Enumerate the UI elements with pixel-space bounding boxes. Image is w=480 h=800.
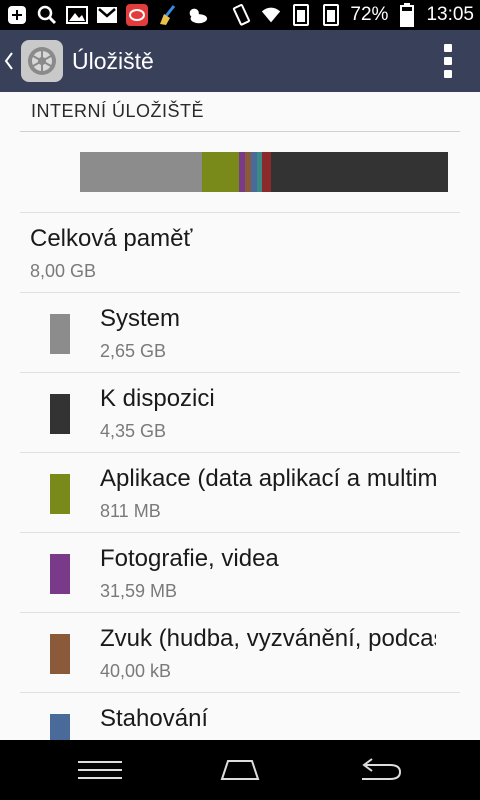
total-storage-value: 8,00 GB <box>30 261 97 281</box>
back-icon[interactable] <box>340 740 420 800</box>
section-header-label: INTERNÍ ÚLOŽIŠTĚ <box>31 101 205 121</box>
total-storage-row: Celková paměť 8,00 GB <box>0 213 480 293</box>
back-chevron-icon[interactable] <box>4 51 18 71</box>
overflow-menu-icon[interactable] <box>438 41 458 81</box>
list-item-photos-videos[interactable]: Fotografie, videa 31,59 MB <box>0 533 480 613</box>
color-swatch <box>50 554 70 594</box>
list-item-available[interactable]: K dispozici 4,35 GB <box>0 373 480 453</box>
vibrate-icon <box>230 4 252 26</box>
broom-icon <box>156 4 178 26</box>
color-swatch <box>50 474 70 514</box>
color-swatch <box>50 634 70 674</box>
item-title: System <box>100 305 181 332</box>
usage-segment <box>80 152 202 192</box>
item-value: 4,35 GB <box>100 421 167 441</box>
battery-percent: 72% <box>350 4 389 25</box>
search-icon <box>36 4 58 26</box>
status-bar: 72% 13:05 <box>0 0 480 30</box>
item-value: 811 MB <box>100 501 161 521</box>
item-value: 40,00 kB <box>100 661 172 681</box>
color-swatch <box>50 314 70 354</box>
list-item-system[interactable]: System 2,65 GB <box>0 293 480 373</box>
weather-icon <box>186 4 208 26</box>
sim1-icon <box>290 4 312 26</box>
list-item-downloads[interactable]: Stahování <box>0 693 480 740</box>
app-icon <box>126 4 148 26</box>
total-storage-title: Celková paměť <box>30 225 193 252</box>
settings-gear-icon[interactable] <box>20 39 64 83</box>
section-header: INTERNÍ ÚLOŽIŠTĚ <box>20 92 460 132</box>
battery-icon <box>396 3 418 27</box>
color-swatch <box>50 394 70 434</box>
item-title: Fotografie, videa <box>100 545 279 572</box>
item-title: Stahování <box>100 705 209 732</box>
image-icon <box>66 4 88 26</box>
item-title: K dispozici <box>100 385 215 412</box>
navigation-bar <box>0 740 480 800</box>
item-value: 2,65 GB <box>100 341 167 361</box>
list-item-audio[interactable]: Zvuk (hudba, vyzvánění, podcasty) 40,00 … <box>0 613 480 693</box>
item-title: Aplikace (data aplikací a multimédií) <box>100 465 436 492</box>
usage-segment <box>270 152 448 192</box>
page-title: Úložiště <box>72 47 154 74</box>
status-left-icons <box>6 4 208 26</box>
color-swatch <box>50 714 70 740</box>
storage-list[interactable]: INTERNÍ ÚLOŽIŠTĚ Celková paměť 8,00 GB S… <box>0 92 480 740</box>
item-title: Zvuk (hudba, vyzvánění, podcasty) <box>100 625 436 652</box>
menu-icon[interactable] <box>60 740 140 800</box>
action-bar: Úložiště <box>0 30 480 92</box>
gmail-icon <box>96 4 118 26</box>
item-value: 31,59 MB <box>100 581 178 601</box>
status-right-icons: 72% 13:05 <box>230 3 474 27</box>
plus-icon <box>6 4 28 26</box>
wifi-icon <box>260 4 282 26</box>
list-item-apps[interactable]: Aplikace (data aplikací a multimédií) 81… <box>0 453 480 533</box>
usage-segment <box>201 152 239 192</box>
usage-segment <box>262 152 271 192</box>
storage-usage-bar <box>80 152 448 192</box>
clock: 13:05 <box>426 4 474 25</box>
home-icon[interactable] <box>200 740 280 800</box>
sim2-icon <box>320 4 342 26</box>
